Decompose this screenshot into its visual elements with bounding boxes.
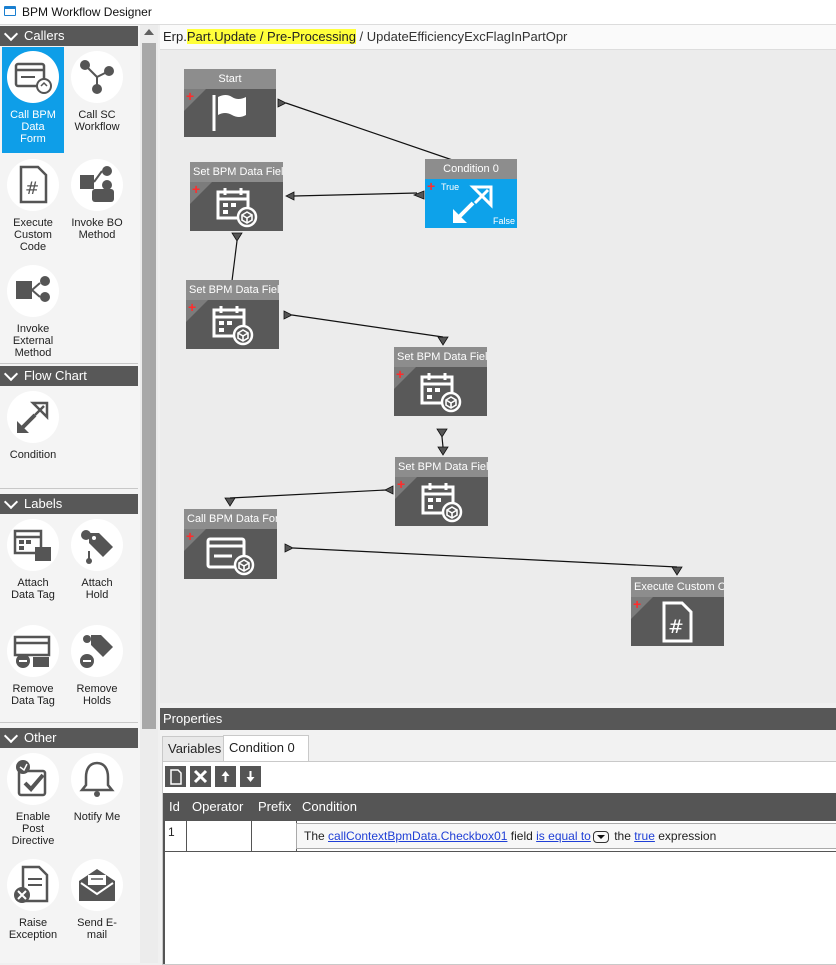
category-callers[interactable]: Callers — [0, 26, 138, 46]
category-other[interactable]: Other — [0, 728, 138, 748]
condition-editor[interactable]: The callContextBpmData.Checkbox01 field … — [296, 823, 836, 849]
tool-attach-data-tag[interactable]: Attach Data Tag — [2, 515, 64, 621]
arrow-up-icon — [221, 771, 230, 782]
divider — [0, 488, 138, 489]
add-icon[interactable]: + — [192, 182, 200, 196]
divider — [0, 363, 138, 364]
tool-invoke-bo-method[interactable]: Invoke BO Method — [66, 155, 128, 261]
bell-icon — [79, 761, 115, 797]
conditions-grid-header: Id Operator Prefix Condition — [163, 793, 836, 821]
svg-text:#: # — [25, 179, 39, 199]
chevron-down-icon — [3, 26, 19, 42]
tab-variables[interactable]: Variables — [162, 736, 225, 761]
add-icon[interactable]: + — [633, 597, 641, 611]
tool-raise-exception[interactable]: Raise Exception — [2, 855, 64, 961]
email-icon — [79, 869, 115, 901]
window-title: BPM Workflow Designer — [22, 5, 152, 19]
condition-tab-panel: Id Operator Prefix Condition 1 The callC… — [162, 761, 836, 965]
toolbox-scrollbar[interactable] — [140, 25, 158, 963]
tool-remove-holds[interactable]: Remove Holds — [66, 621, 128, 727]
add-icon[interactable]: + — [397, 477, 405, 491]
properties-panel: Variables Condition 0 Id Operator Prefix… — [160, 730, 836, 965]
scroll-up-icon[interactable] — [144, 29, 154, 35]
node-call-bpm-data-form[interactable]: Call BPM Data Form + — [184, 509, 277, 579]
set-data-field-icon — [212, 306, 254, 346]
add-icon[interactable]: + — [396, 367, 404, 381]
delete-row-button[interactable] — [190, 766, 211, 787]
col-operator: Operator — [192, 799, 244, 814]
chevron-down-icon — [3, 366, 19, 382]
operator-dropdown-icon[interactable] — [592, 830, 609, 843]
condition-false-label: False — [492, 216, 515, 226]
data-form-icon — [206, 537, 255, 576]
col-prefix: Prefix — [258, 799, 292, 814]
tool-attach-hold[interactable]: Attach Hold — [66, 515, 128, 621]
invoke-bo-icon — [80, 166, 114, 202]
node-set-bpm-data-field-2[interactable]: Set BPM Data Field + — [186, 280, 279, 349]
tool-send-email[interactable]: Send E-mail — [66, 855, 128, 961]
category-labels[interactable]: Labels — [0, 494, 138, 514]
set-data-field-icon — [421, 483, 463, 523]
remove-holds-icon — [80, 635, 113, 668]
row-id: 1 — [168, 825, 175, 839]
node-execute-custom-code[interactable]: Execute Custom Code + # — [631, 577, 724, 646]
col-condition: Condition — [302, 799, 357, 814]
tool-call-bpm-data-form[interactable]: Call BPM Data Form — [2, 47, 64, 153]
data-form-icon — [14, 62, 52, 94]
add-icon[interactable]: + — [186, 89, 194, 103]
add-icon[interactable]: + — [188, 300, 196, 314]
tool-enable-post-directive[interactable]: Enable Post Directive — [2, 749, 64, 855]
condition-icon — [17, 401, 49, 433]
title-bar: BPM Workflow Designer — [0, 0, 836, 25]
scroll-thumb[interactable] — [142, 43, 156, 729]
move-up-button[interactable] — [215, 766, 236, 787]
table-row[interactable]: 1 The callContextBpmData.Checkbox01 fiel… — [163, 821, 836, 852]
value-link[interactable]: true — [634, 829, 655, 843]
condition-icon — [453, 185, 493, 223]
tool-notify-me[interactable]: Notify Me — [66, 749, 128, 855]
new-row-button[interactable] — [165, 766, 186, 787]
tool-condition[interactable]: Condition — [2, 387, 64, 493]
node-set-bpm-data-field-3[interactable]: Set BPM Data Field + — [394, 347, 487, 416]
attach-data-tag-icon — [13, 529, 51, 561]
divider — [0, 722, 138, 723]
node-start[interactable]: Start + — [184, 69, 276, 137]
node-set-bpm-data-field-1[interactable]: Set BPM Data Field + — [190, 162, 283, 231]
custom-code-icon: # — [662, 601, 693, 643]
svg-text:#: # — [668, 616, 684, 638]
operator-link[interactable]: is equal to — [536, 829, 591, 843]
properties-header: Properties — [160, 708, 836, 730]
workflow-icon — [80, 60, 114, 94]
tool-remove-data-tag[interactable]: Remove Data Tag — [2, 621, 64, 727]
remove-data-tag-icon — [13, 635, 51, 668]
new-icon — [170, 769, 182, 785]
add-icon[interactable]: + — [186, 529, 194, 543]
field-link[interactable]: callContextBpmData.Checkbox01 — [328, 829, 507, 843]
flag-icon — [212, 95, 246, 131]
node-set-bpm-data-field-4[interactable]: Set BPM Data Field + — [395, 457, 488, 526]
category-flow-chart[interactable]: Flow Chart — [0, 366, 138, 386]
arrow-down-icon — [246, 771, 255, 782]
tool-invoke-external-method[interactable]: Invoke External Method — [2, 261, 64, 369]
attach-hold-icon — [81, 530, 113, 564]
move-down-button[interactable] — [240, 766, 261, 787]
tool-execute-custom-code[interactable]: # Execute Custom Code — [2, 155, 64, 261]
app-icon — [4, 6, 16, 16]
set-data-field-icon — [216, 188, 258, 228]
toolbox: Callers Call BPM Data Form Call SC Workf… — [0, 25, 140, 963]
raise-exception-icon — [14, 865, 49, 903]
external-method-icon — [16, 276, 50, 302]
post-directive-icon — [16, 760, 47, 797]
node-condition-0[interactable]: Condition 0 + True False — [425, 159, 517, 228]
set-data-field-icon — [420, 373, 462, 413]
col-id: Id — [169, 799, 180, 814]
delete-icon — [193, 769, 208, 784]
chevron-down-icon — [3, 494, 19, 510]
workflow-canvas[interactable]: Erp.Part.Update / Pre-Processing / Updat… — [160, 25, 836, 703]
tool-call-sc-workflow[interactable]: Call SC Workflow — [66, 47, 128, 153]
tab-condition-0[interactable]: Condition 0 — [223, 735, 309, 762]
custom-code-icon: # — [19, 165, 48, 204]
chevron-down-icon — [3, 728, 19, 744]
add-icon[interactable]: + — [427, 179, 435, 193]
